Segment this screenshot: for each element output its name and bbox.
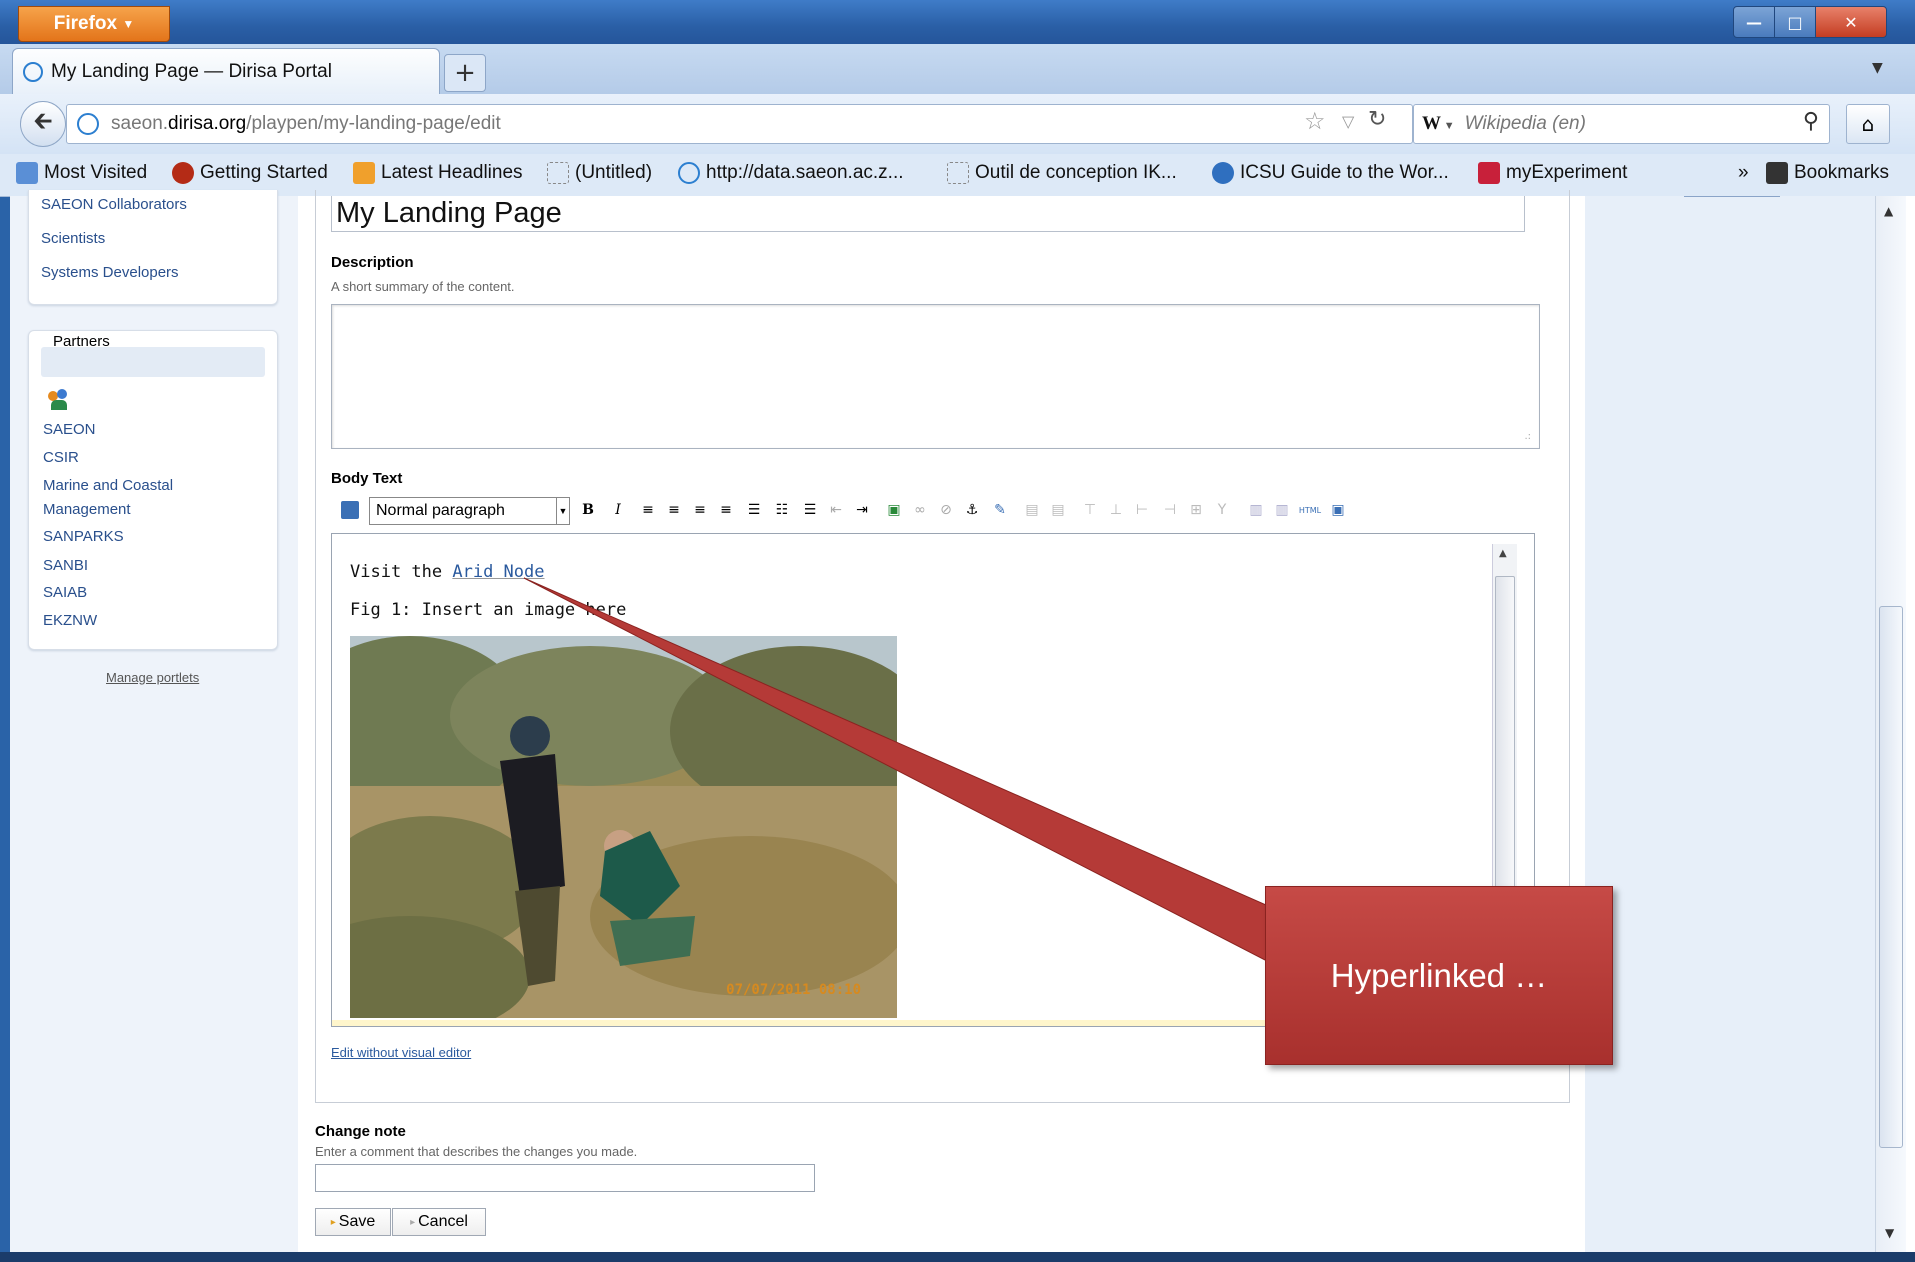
callout-box: Hyperlinked … [1265,886,1613,1065]
callout-arrow [523,577,1301,961]
callout-pointer [523,577,1301,961]
taskbar [0,1252,1915,1262]
callout-text: Hyperlinked … [1330,956,1548,994]
